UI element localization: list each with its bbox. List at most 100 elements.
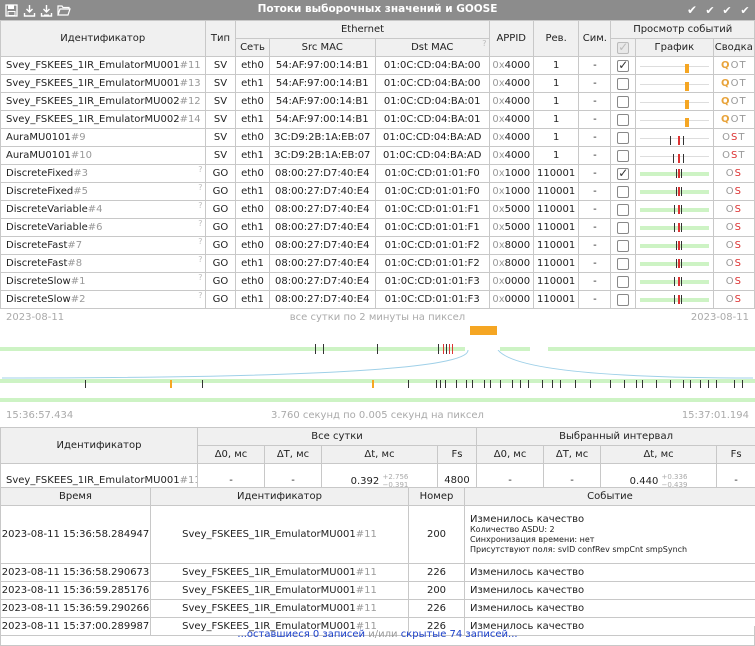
stream-checkbox-cell[interactable] [610,164,637,183]
stream-row[interactable]: AuraMU0101#9 SV eth0 3C:D9:2B:1A:EB:07 0… [0,128,755,147]
event-mark[interactable] [685,100,690,109]
event-row[interactable]: 2023-08-11 15:36:59.285176 Svey_FSKEES_1… [0,581,755,600]
stream-checkbox[interactable] [617,95,630,108]
stream-row[interactable]: DiscreteFast#7? GO eth0 08:00:27:D7:40:E… [0,236,755,255]
help-icon[interactable]: ? [198,202,202,211]
hidden-records-link[interactable]: скрытые 74 записей... [401,629,518,640]
select-all-checkbox[interactable] [610,38,637,57]
stream-checkbox-cell[interactable] [610,128,637,147]
col-type[interactable]: Тип [204,20,237,57]
stream-checkbox[interactable] [617,275,630,288]
stream-event-graph[interactable] [635,254,714,273]
event-mark[interactable] [681,169,683,178]
col-rev[interactable]: Рев. [532,20,580,57]
event-mark[interactable] [682,136,684,145]
stream-row[interactable]: DiscreteFixed#5? GO eth1 08:00:27:D7:40:… [0,182,755,201]
event-mark[interactable] [685,64,690,73]
stream-checkbox[interactable] [617,131,630,144]
stream-checkbox[interactable] [617,166,630,180]
stream-checkbox[interactable] [617,221,630,234]
stream-checkbox[interactable] [617,257,630,270]
timeline[interactable]: 2023-08-11 все сутки по 2 минуты на пикс… [0,310,755,427]
stream-checkbox-cell[interactable] [610,272,637,291]
event-mark[interactable] [675,169,677,178]
stream-checkbox[interactable] [617,185,630,198]
event-mark[interactable] [685,82,690,91]
check-down-icon[interactable]: ✔ [737,2,753,18]
event-mark[interactable] [670,136,672,145]
stream-checkbox-cell[interactable] [610,92,637,111]
stream-checkbox-cell[interactable] [610,218,637,237]
stream-checkbox[interactable] [617,113,630,126]
double-check-all-icon[interactable]: ✔ [719,2,735,18]
event-mark[interactable] [674,277,676,286]
help-icon[interactable]: ? [198,292,202,301]
stream-event-graph[interactable] [635,272,714,291]
event-mark[interactable] [681,259,683,268]
stream-event-graph[interactable] [635,128,714,147]
col-identifier[interactable]: Идентификатор [0,20,206,57]
stream-row[interactable]: DiscreteFast#8? GO eth1 08:00:27:D7:40:E… [0,254,755,273]
stream-checkbox-cell[interactable] [610,146,637,165]
stream-event-graph[interactable] [635,290,714,309]
help-icon[interactable]: ? [198,166,202,175]
event-mark[interactable] [674,223,676,232]
stream-checkbox-cell[interactable] [610,182,637,201]
stream-row[interactable]: Svey_FSKEES_1IR_EmulatorMU002#14 SV eth1… [0,110,755,129]
stream-event-graph[interactable] [635,236,714,255]
stream-checkbox-cell[interactable] [610,236,637,255]
col-appid[interactable]: APPID [488,20,534,57]
stream-checkbox-cell[interactable] [610,200,637,219]
col-sim[interactable]: Сим. [578,20,612,57]
col-dst-mac[interactable]: Dst MAC? [374,38,490,57]
stream-event-graph[interactable] [635,92,714,111]
stream-event-graph[interactable] [635,182,714,201]
help-icon[interactable]: ? [482,40,486,49]
double-check-icon[interactable]: ✔ [702,2,718,18]
event-row[interactable]: 2023-08-11 15:36:58.284947 Svey_FSKEES_1… [0,505,755,564]
col-net[interactable]: Сеть [235,38,270,57]
stream-row[interactable]: DiscreteVariable#6? GO eth1 08:00:27:D7:… [0,218,755,237]
event-mark[interactable] [675,259,677,268]
stream-row[interactable]: DiscreteVariable#4? GO eth0 08:00:27:D7:… [0,200,755,219]
stream-checkbox-cell[interactable] [610,56,637,75]
event-mark[interactable] [674,295,676,304]
col-graph[interactable]: График [635,38,714,57]
help-icon[interactable]: ? [198,274,202,283]
stream-event-graph[interactable] [635,218,714,237]
help-icon[interactable]: ? [198,238,202,247]
help-icon[interactable]: ? [198,256,202,265]
stream-checkbox[interactable] [617,239,630,252]
event-mark[interactable] [681,295,683,304]
event-mark[interactable] [682,154,684,163]
event-mark[interactable] [677,277,680,286]
remaining-records-link[interactable]: ...оставшиеся 0 записей [237,629,365,640]
help-icon[interactable]: ? [198,220,202,229]
event-mark[interactable] [681,223,683,232]
event-mark[interactable] [674,205,676,214]
event-mark[interactable] [677,169,680,178]
header-checkbox[interactable] [617,40,630,54]
stream-checkbox-cell[interactable] [610,290,637,309]
event-mark[interactable] [677,136,680,145]
event-mark[interactable] [681,277,683,286]
col-src-mac[interactable]: Src MAC [268,38,376,57]
event-row[interactable]: 2023-08-11 15:36:59.290266 Svey_FSKEES_1… [0,599,755,618]
col-summary[interactable]: Сводка [712,38,755,57]
stream-checkbox-cell[interactable] [610,254,637,273]
stream-checkbox[interactable] [617,77,630,90]
event-row[interactable]: 2023-08-11 15:36:58.290673 Svey_FSKEES_1… [0,563,755,582]
event-mark[interactable] [677,295,680,304]
stream-checkbox[interactable] [617,149,630,162]
event-mark[interactable] [677,205,680,214]
event-mark[interactable] [677,223,680,232]
event-mark[interactable] [677,187,680,196]
event-mark[interactable] [677,241,680,250]
event-mark[interactable] [681,187,683,196]
stream-row[interactable]: Svey_FSKEES_1IR_EmulatorMU002#12 SV eth0… [0,92,755,111]
stream-checkbox[interactable] [617,58,630,72]
stream-checkbox[interactable] [617,293,630,306]
event-mark[interactable] [685,118,690,127]
stream-checkbox[interactable] [617,203,630,216]
event-mark[interactable] [673,154,674,163]
